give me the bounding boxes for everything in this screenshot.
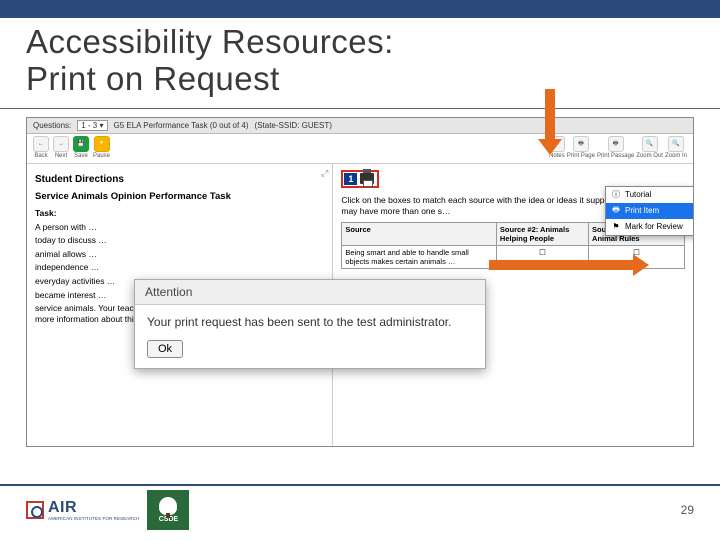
zoom-in-icon: 🔍 (668, 136, 684, 152)
questions-label: Questions: (33, 121, 71, 130)
menu-print-item[interactable]: 🖶Print Item (606, 203, 694, 219)
context-menu: ⓘTutorial 🖶Print Item ⚑Mark for Review (605, 186, 694, 236)
row-label: Being smart and able to handle small obj… (342, 246, 497, 269)
task-name: G5 ELA Performance Task (0 out of 4) (114, 121, 249, 130)
task-label: Task: (35, 208, 57, 218)
footer: AIR AMERICAN INSTITUTES FOR RESEARCH CSD… (0, 484, 720, 540)
pause-icon: ⏸ (94, 136, 110, 152)
air-logo-icon (26, 501, 44, 519)
menu-tutorial[interactable]: ⓘTutorial (606, 187, 694, 203)
zoom-out-button[interactable]: 🔍Zoom Out (636, 136, 663, 159)
title-rule (0, 108, 720, 109)
pause-button[interactable]: ⏸Pause (93, 136, 110, 159)
callout-arrow-right (489, 254, 649, 276)
zoom-out-icon: 🔍 (642, 136, 658, 152)
print-icon: 🖶 (608, 136, 624, 152)
print-icon: 🖶 (573, 136, 589, 152)
air-logo-text: AIR (48, 500, 139, 516)
title-line-2: Print on Request (26, 60, 280, 97)
embedded-screenshot: Questions: 1 - 3 ▾ G5 ELA Performance Ta… (26, 117, 694, 447)
dialog-title: Attention (135, 280, 485, 305)
slide: Accessibility Resources: Print on Reques… (0, 0, 720, 540)
passage-text: animal allows … (35, 249, 324, 260)
menu-mark-review[interactable]: ⚑Mark for Review (606, 219, 694, 235)
passage-text: today to discuss … (35, 235, 324, 246)
air-logo-tagline: AMERICAN INSTITUTES FOR RESEARCH (48, 516, 139, 521)
slide-title: Accessibility Resources: Print on Reques… (0, 18, 720, 104)
col-header: Source #2: Animals Helping People (496, 223, 588, 246)
csde-logo: CSDE (147, 490, 189, 530)
zoom-in-button[interactable]: 🔍Zoom In (665, 136, 687, 159)
student-directions-heading: Student Directions (35, 174, 324, 185)
ok-button[interactable]: Ok (147, 340, 183, 358)
save-button[interactable]: 💾Save (73, 136, 89, 159)
passage-text: independence … (35, 262, 324, 273)
col-header: Source (342, 223, 497, 246)
save-icon: 💾 (73, 136, 89, 152)
print-passage-button[interactable]: 🖶Print Passage (597, 136, 634, 159)
logo-row: AIR AMERICAN INSTITUTES FOR RESEARCH CSD… (26, 490, 189, 530)
attention-dialog: Attention Your print request has been se… (134, 279, 486, 369)
tree-icon (159, 497, 177, 515)
arrow-left-icon: ← (33, 136, 49, 152)
question-number: 1 (344, 173, 357, 185)
printer-icon[interactable] (360, 173, 374, 184)
dialog-message: Your print request has been sent to the … (135, 305, 485, 339)
question-range-dropdown[interactable]: 1 - 3 ▾ (77, 120, 107, 131)
info-icon: ⓘ (611, 190, 621, 200)
question-number-highlight: 1 (341, 170, 379, 188)
task-title: Service Animals Opinion Performance Task (35, 191, 324, 202)
passage-text: A person with … (35, 222, 324, 233)
toolbar: ←Back →Next 💾Save ⏸Pause ✎Notes 🖶Print P… (27, 134, 693, 164)
callout-arrow-down (538, 89, 562, 159)
air-logo: AIR AMERICAN INSTITUTES FOR RESEARCH (26, 500, 139, 521)
back-button[interactable]: ←Back (33, 136, 49, 159)
flag-icon: ⚑ (611, 222, 621, 232)
title-line-1: Accessibility Resources: (26, 23, 394, 60)
print-page-button[interactable]: 🖶Print Page (567, 136, 595, 159)
next-button[interactable]: →Next (53, 136, 69, 159)
arrow-right-icon: → (53, 136, 69, 152)
state-ssid: (State-SSID: GUEST) (255, 121, 332, 130)
expand-icon[interactable]: ⤢ (321, 168, 328, 179)
top-color-bar (0, 0, 720, 18)
question-bar: Questions: 1 - 3 ▾ G5 ELA Performance Ta… (27, 118, 693, 134)
page-number: 29 (681, 503, 694, 517)
print-icon: 🖶 (611, 206, 621, 216)
